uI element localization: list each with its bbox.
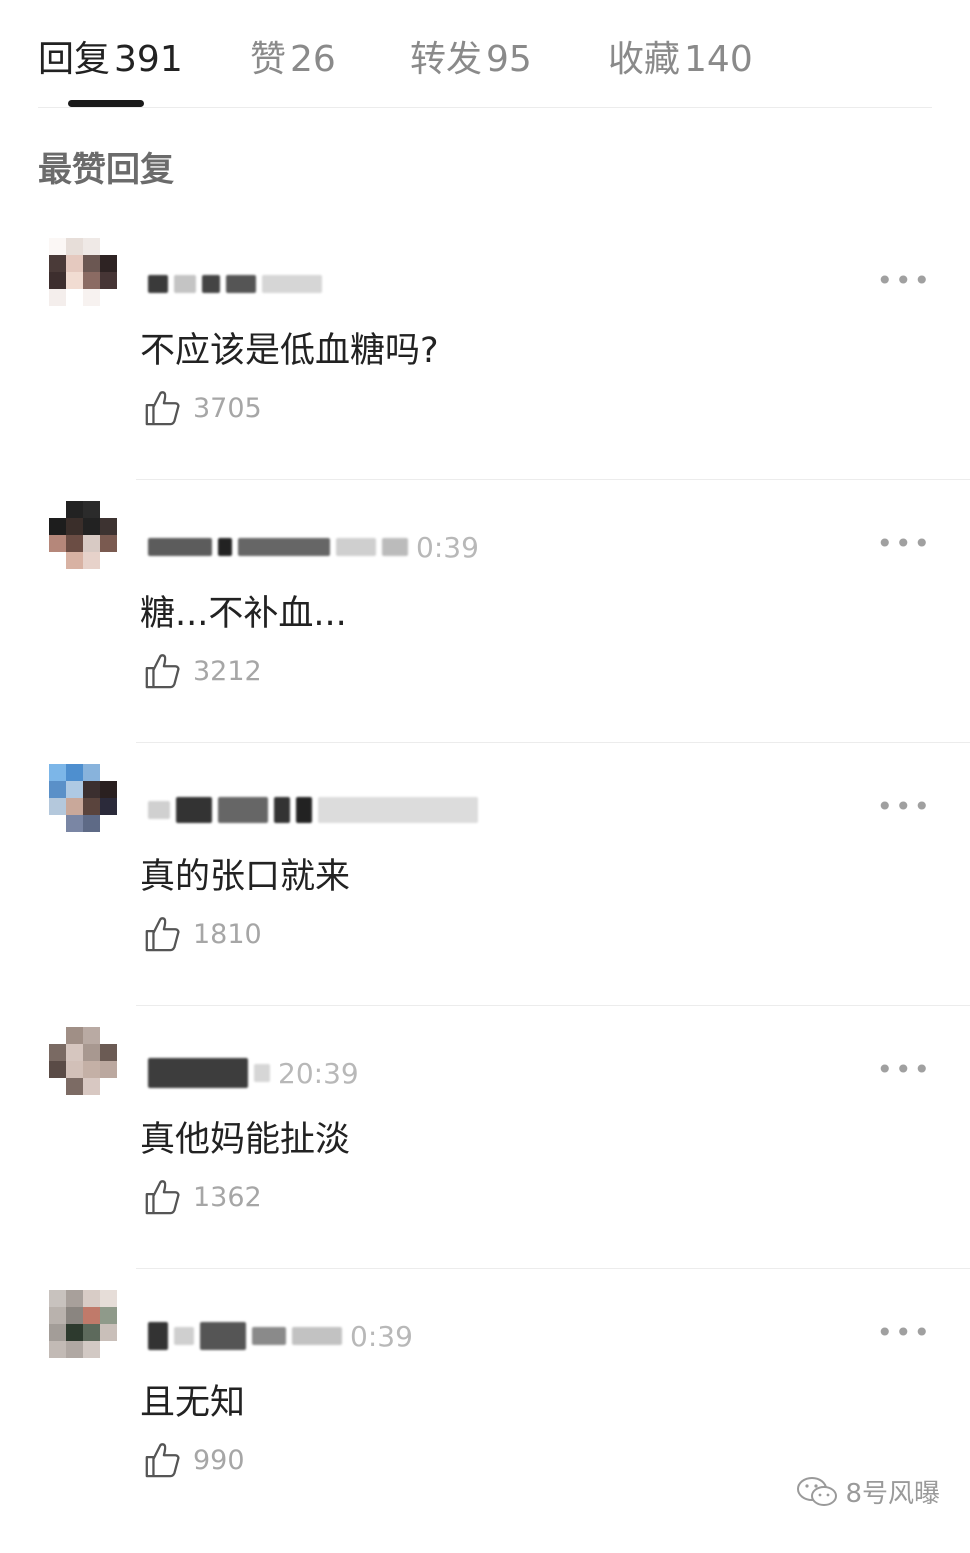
avatar[interactable] (49, 1290, 117, 1375)
thumbs-up-icon (145, 1180, 180, 1215)
tab-replies-label: 回复 (38, 39, 111, 80)
more-options-button[interactable]: ••• (876, 1316, 932, 1349)
username[interactable] (148, 790, 478, 830)
tab-favorites-label: 收藏 (608, 39, 681, 80)
thumbs-up-icon (145, 654, 180, 689)
like-count: 3212 (193, 655, 262, 687)
tab-reposts-label: 转发 (410, 39, 483, 80)
tab-likes-label: 赞 (250, 39, 287, 80)
comment-item: 20:39 ••• 真他妈能扯淡 1362 (0, 1027, 970, 1290)
more-options-button[interactable]: ••• (876, 790, 932, 823)
comment-text: 糖...不补血... (140, 594, 347, 634)
avatar[interactable] (49, 238, 117, 323)
tab-likes-count: 26 (290, 39, 336, 80)
tab-bar: 回复 391 赞 26 转发 95 收藏 140 (0, 0, 970, 108)
more-options-button[interactable]: ••• (876, 1053, 932, 1086)
thumbs-up-icon (145, 391, 180, 426)
comment-text: 真的张口就来 (140, 857, 351, 897)
comment-item: 0:39 ••• 糖...不补血... 3212 (0, 501, 970, 764)
comment-divider (136, 742, 970, 743)
username[interactable]: 0:39 (148, 527, 479, 567)
comment-time: 20:39 (278, 1056, 359, 1090)
tab-reposts[interactable]: 转发 95 (410, 30, 532, 82)
avatar[interactable] (49, 1027, 117, 1112)
thumbs-up-icon (145, 1443, 180, 1478)
watermark-text: 8号风曝 (845, 1479, 940, 1509)
avatar[interactable] (49, 764, 117, 849)
like-count: 1362 (193, 1181, 262, 1213)
tab-reposts-count: 95 (486, 39, 532, 80)
comment-item: 0:39 ••• 且无知 990 (0, 1290, 970, 1553)
like-button[interactable]: 3705 (143, 388, 262, 428)
tab-replies-count: 391 (114, 39, 183, 80)
comment-text: 真他妈能扯淡 (140, 1120, 351, 1160)
username[interactable] (148, 264, 322, 304)
tab-replies[interactable]: 回复 391 (38, 30, 183, 82)
section-title: 最赞回复 (38, 150, 174, 190)
tab-favorites-count: 140 (684, 39, 753, 80)
avatar[interactable] (49, 501, 117, 586)
comment-item: ••• 真的张口就来 1810 (0, 764, 970, 1027)
comment-text: 且无知 (140, 1383, 246, 1423)
watermark: 8号风曝 (795, 1473, 940, 1510)
tab-favorites[interactable]: 收藏 140 (608, 30, 753, 82)
like-count: 1810 (193, 918, 262, 950)
more-options-button[interactable]: ••• (876, 264, 932, 297)
tab-likes[interactable]: 赞 26 (250, 30, 336, 82)
comment-divider (136, 479, 970, 480)
like-button[interactable]: 3212 (143, 651, 262, 691)
comment-text: 不应该是低血糖吗? (140, 331, 439, 371)
comment-item: ••• 不应该是低血糖吗? 3705 (0, 238, 970, 501)
username[interactable]: 20:39 (148, 1053, 359, 1093)
like-button[interactable]: 1810 (143, 914, 262, 954)
like-count: 990 (193, 1444, 245, 1476)
comment-divider (136, 1268, 970, 1269)
comment-time: 0:39 (416, 530, 479, 564)
wechat-icon (797, 1476, 838, 1506)
tabs-divider (38, 107, 932, 108)
comment-divider (136, 1005, 970, 1006)
like-button[interactable]: 1362 (143, 1177, 262, 1217)
active-tab-indicator (68, 100, 144, 107)
username[interactable]: 0:39 (148, 1316, 413, 1356)
thumbs-up-icon (145, 917, 180, 952)
like-button[interactable]: 990 (143, 1440, 245, 1480)
comment-time: 0:39 (350, 1319, 413, 1353)
like-count: 3705 (193, 392, 262, 424)
more-options-button[interactable]: ••• (876, 527, 932, 560)
